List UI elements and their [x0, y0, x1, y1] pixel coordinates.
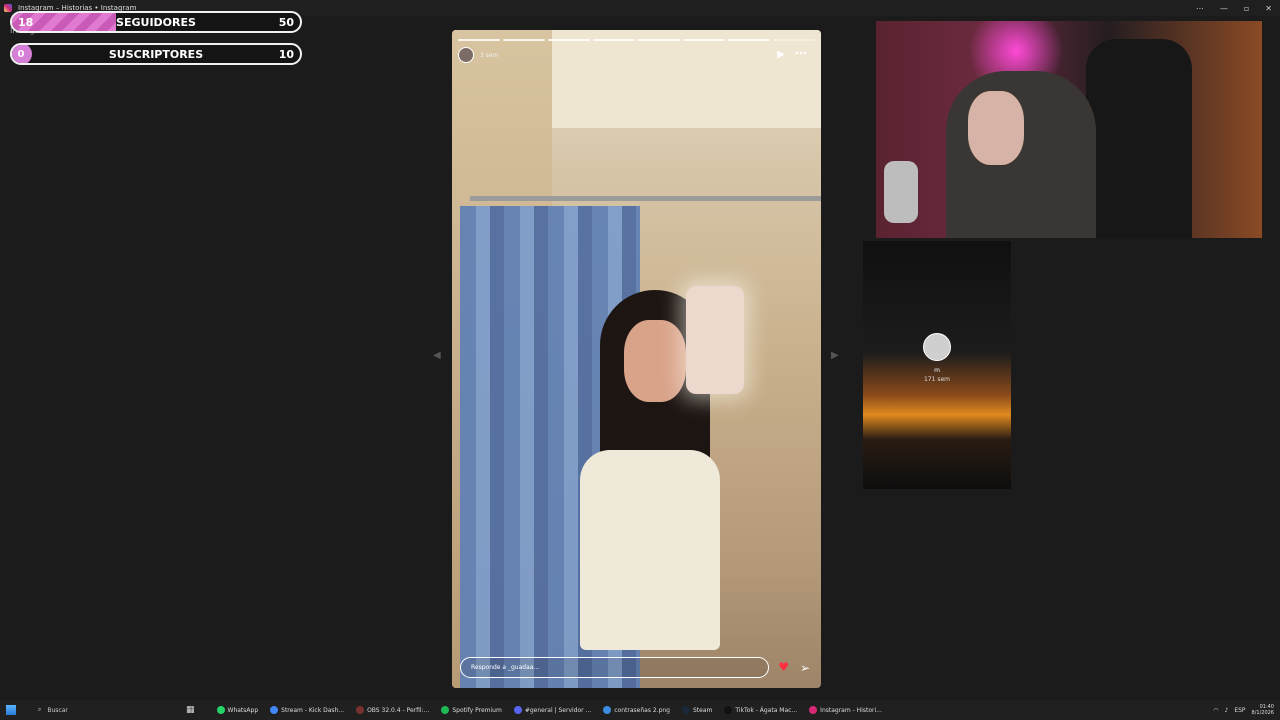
language[interactable]: ESP: [1234, 707, 1245, 714]
window-controls: ⋯ — ▫ ✕: [1196, 0, 1272, 16]
subject-face: [624, 320, 686, 402]
story-viewer[interactable]: 3 sem ▶ ⋯ Responde a _guadaa... ♥ ➢: [452, 30, 821, 688]
app-icon: [216, 706, 225, 714]
app-icon: [441, 706, 450, 714]
story-progress-segment: [548, 39, 590, 41]
story-photo-subject: [542, 290, 782, 688]
taskbar-app-label: #general | Servidor ...: [524, 706, 592, 714]
story-progress-segment: [458, 39, 500, 41]
clock[interactable]: 01:40 8/1/2026: [1252, 704, 1274, 716]
more-options-icon[interactable]: ⋯: [795, 46, 807, 60]
app-icon: [809, 706, 818, 714]
phone-flash: [686, 286, 744, 394]
story-progress-segment: [503, 39, 545, 41]
taskbar-app-label: OBS 32.0.4 - Perfil:...: [367, 706, 430, 714]
close-icon[interactable]: ✕: [1265, 4, 1272, 13]
next-story-icon[interactable]: ▶: [831, 350, 839, 361]
story-progress-segment: [593, 39, 635, 41]
story-header: 3 sem ▶ ⋯: [458, 46, 815, 64]
webcam-overlay: [876, 21, 1262, 238]
minimize-icon[interactable]: —: [1220, 4, 1228, 13]
story-progress-segment: [773, 39, 815, 41]
app-icon: [724, 706, 733, 714]
taskbar-app-item[interactable]: contraseñas 2.png: [597, 701, 676, 719]
task-view-icon[interactable]: ▦: [186, 705, 195, 715]
prev-story-icon[interactable]: ◀: [433, 350, 441, 361]
story-progress-segment: [638, 39, 680, 41]
story-progress-bar: [458, 39, 815, 41]
app-icon: [682, 706, 690, 714]
subscribers-counter: 0 SUSCRIPTORES 10: [10, 43, 302, 65]
streamer-face: [968, 91, 1024, 165]
taskbar: ⌕ Buscar ▦ WhatsApp Stream - Kick Dash...…: [0, 700, 1280, 720]
story-progress-segment: [728, 39, 770, 41]
app-icon: [603, 706, 612, 714]
maximize-icon[interactable]: ▫: [1244, 4, 1249, 13]
system-tray: ◠ ♪ ESP 01:40 8/1/2026: [1213, 700, 1274, 720]
subscribers-label: SUSCRIPTORES: [108, 47, 204, 61]
story-photo-ceiling: [550, 30, 821, 128]
next-story-preview[interactable]: m 171 sem: [863, 241, 1011, 489]
taskbar-app-item[interactable]: Spotify Premium: [435, 701, 507, 719]
next-story-time: 171 sem: [923, 376, 951, 383]
taskbar-search[interactable]: ⌕ Buscar: [30, 702, 160, 718]
taskbar-app-item[interactable]: WhatsApp: [211, 701, 265, 719]
taskbar-app-item[interactable]: OBS 32.0.4 - Perfil:...: [350, 701, 435, 719]
gaming-chair: [1086, 39, 1192, 238]
followers-counter: 18 SEGUIDORES 50: [10, 11, 302, 33]
taskbar-apps: WhatsApp Stream - Kick Dash... OBS 32.0.4 …: [211, 701, 888, 719]
search-label: Buscar: [47, 706, 68, 714]
search-icon: ⌕: [38, 706, 42, 713]
reply-input[interactable]: Responde a _guadaa...: [460, 657, 769, 678]
streamer: [946, 71, 1096, 238]
instagram-icon: [4, 4, 12, 12]
wifi-icon[interactable]: ◠: [1213, 707, 1218, 714]
app-icon: [270, 706, 279, 714]
taskbar-app-label: WhatsApp: [227, 706, 259, 714]
shower-rod: [470, 196, 821, 201]
microphone: [884, 161, 918, 223]
dots-icon[interactable]: ⋯: [1196, 4, 1204, 13]
taskbar-app-item[interactable]: Instagram - Histori...: [803, 701, 888, 719]
subscribers-goal: 10: [278, 47, 294, 61]
taskbar-app-item[interactable]: #general | Servidor ...: [508, 701, 597, 719]
windows-start-icon[interactable]: [6, 705, 16, 715]
followers-label: SEGUIDORES: [116, 15, 196, 29]
heart-icon[interactable]: ♥: [778, 660, 789, 674]
play-icon[interactable]: ▶: [777, 49, 785, 60]
clock-date: 8/1/2026: [1251, 710, 1274, 716]
taskbar-app-label: Spotify Premium: [452, 706, 502, 714]
taskbar-app-label: Stream - Kick Dash...: [281, 706, 345, 714]
taskbar-app-item[interactable]: Steam: [676, 701, 718, 719]
story-time: 3 sem: [480, 51, 499, 59]
next-story-username: m: [934, 367, 940, 374]
app-icon: [513, 706, 522, 714]
story-progress-segment: [683, 39, 725, 41]
taskbar-app-label: Instagram - Histori...: [820, 706, 882, 714]
app-icon: [356, 706, 365, 714]
subject-top: [580, 450, 720, 650]
taskbar-app-label: contraseñas 2.png: [614, 706, 670, 714]
taskbar-app-label: Steam: [693, 706, 713, 714]
followers-goal: 50: [278, 15, 294, 29]
volume-icon[interactable]: ♪: [1224, 707, 1228, 714]
send-icon[interactable]: ➢: [800, 661, 810, 675]
taskbar-app-label: TikTok - Ágata Mac...: [735, 706, 798, 714]
taskbar-app-item[interactable]: Stream - Kick Dash...: [264, 701, 350, 719]
story-avatar[interactable]: [458, 47, 474, 63]
taskbar-app-item[interactable]: TikTok - Ágata Mac...: [718, 701, 803, 719]
next-story-avatar: [923, 333, 951, 361]
